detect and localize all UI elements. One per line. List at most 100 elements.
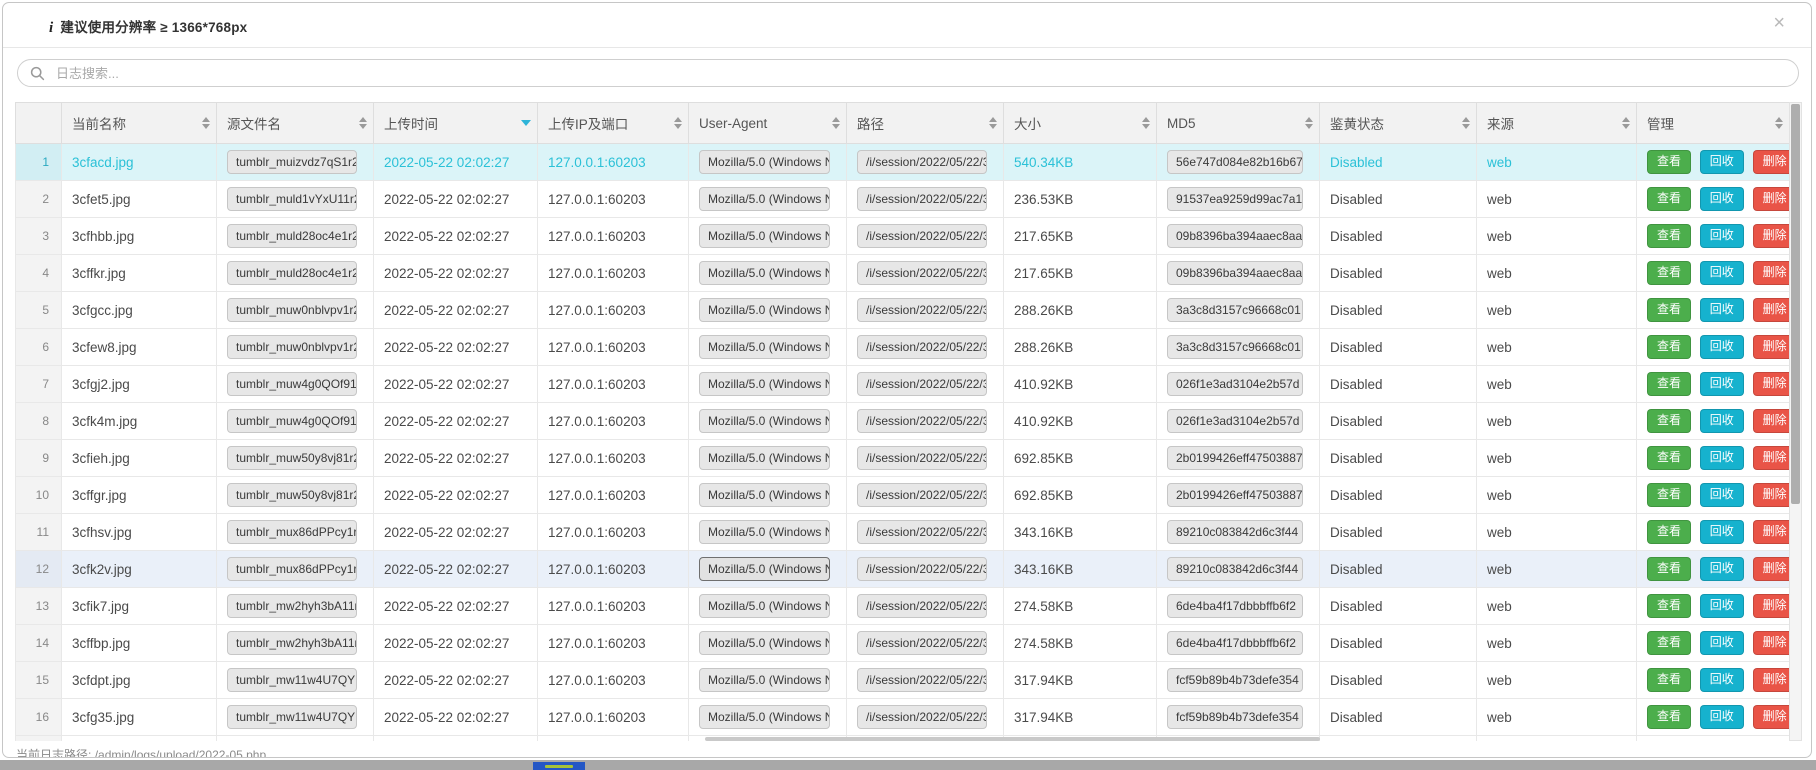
source-filename-input[interactable]: tumblr_muw0nblvpv1r2 bbox=[227, 335, 357, 359]
column-header[interactable]: 管理 bbox=[1637, 103, 1790, 144]
delete-button[interactable]: 删除 bbox=[1753, 187, 1790, 210]
md5-input[interactable]: 2b0199426eff47503887 bbox=[1167, 446, 1303, 470]
md5-input[interactable]: 6de4ba4f17dbbbffb6f2 bbox=[1167, 631, 1303, 655]
column-header[interactable]: User-Agent bbox=[689, 103, 847, 144]
path-input[interactable]: /i/session/2022/05/22/3 bbox=[857, 150, 987, 174]
recycle-button[interactable]: 回收 bbox=[1700, 335, 1744, 358]
recycle-button[interactable]: 回收 bbox=[1700, 150, 1744, 173]
horizontal-scrollbar-thumb[interactable] bbox=[705, 737, 1320, 741]
sort-icon[interactable] bbox=[202, 117, 210, 129]
view-button[interactable]: 查看 bbox=[1647, 335, 1691, 358]
sort-icon[interactable] bbox=[521, 120, 531, 126]
view-button[interactable]: 查看 bbox=[1647, 631, 1691, 654]
column-header[interactable]: 当前名称 bbox=[62, 103, 217, 144]
source-filename-input[interactable]: tumblr_muld28oc4e1r2 bbox=[227, 261, 357, 285]
md5-input[interactable]: 09b8396ba394aaec8aa bbox=[1167, 224, 1303, 248]
table-row[interactable]: 15 3cfdpt.jpg tumblr_mw11w4U7QY1 2022-05… bbox=[16, 662, 1790, 699]
user-agent-input[interactable]: Mozilla/5.0 (Windows N bbox=[699, 594, 830, 618]
view-button[interactable]: 查看 bbox=[1647, 520, 1691, 543]
sort-icon[interactable] bbox=[1622, 117, 1630, 129]
md5-input[interactable]: 56e747d084e82b16b67 bbox=[1167, 150, 1303, 174]
column-header[interactable]: 上传时间 bbox=[374, 103, 538, 144]
user-agent-input[interactable]: Mozilla/5.0 (Windows N bbox=[699, 520, 830, 544]
delete-button[interactable]: 删除 bbox=[1753, 446, 1790, 469]
delete-button[interactable]: 删除 bbox=[1753, 668, 1790, 691]
md5-input[interactable]: 2b0199426eff47503887 bbox=[1167, 483, 1303, 507]
column-header[interactable]: 鉴黄状态 bbox=[1320, 103, 1477, 144]
sort-icon[interactable] bbox=[674, 117, 682, 129]
table-row[interactable]: 13 3cfik7.jpg tumblr_mw2hyh3bA11r 2022-0… bbox=[16, 588, 1790, 625]
md5-input[interactable]: 3a3c8d3157c96668c01 bbox=[1167, 335, 1303, 359]
recycle-button[interactable]: 回收 bbox=[1700, 594, 1744, 617]
source-filename-input[interactable]: tumblr_muizvdz7qS1r2 bbox=[227, 150, 357, 174]
md5-input[interactable]: 026f1e3ad3104e2b57d bbox=[1167, 409, 1303, 433]
delete-button[interactable]: 删除 bbox=[1753, 557, 1790, 580]
sort-icon[interactable] bbox=[1305, 117, 1313, 129]
path-input[interactable]: /i/session/2022/05/22/3 bbox=[857, 409, 987, 433]
user-agent-input[interactable]: Mozilla/5.0 (Windows N bbox=[699, 187, 830, 211]
view-button[interactable]: 查看 bbox=[1647, 483, 1691, 506]
user-agent-input[interactable]: Mozilla/5.0 (Windows N bbox=[699, 261, 830, 285]
source-filename-input[interactable]: tumblr_muld28oc4e1r2 bbox=[227, 224, 357, 248]
path-input[interactable]: /i/session/2022/05/22/3 bbox=[857, 224, 987, 248]
view-button[interactable]: 查看 bbox=[1647, 224, 1691, 247]
recycle-button[interactable]: 回收 bbox=[1700, 631, 1744, 654]
user-agent-input[interactable]: Mozilla/5.0 (Windows N bbox=[699, 705, 830, 729]
table-row[interactable]: 11 3cfhsv.jpg tumblr_mux86dPPcy1r2 2022-… bbox=[16, 514, 1790, 551]
delete-button[interactable]: 删除 bbox=[1753, 483, 1790, 506]
source-filename-input[interactable]: tumblr_mw2hyh3bA11r bbox=[227, 594, 357, 618]
table-row[interactable]: 10 3cffgr.jpg tumblr_muw50y8vj81r2 2022-… bbox=[16, 477, 1790, 514]
table-row[interactable]: 14 3cffbp.jpg tumblr_mw2hyh3bA11r 2022-0… bbox=[16, 625, 1790, 662]
path-input[interactable]: /i/session/2022/05/22/3 bbox=[857, 631, 987, 655]
source-filename-input[interactable]: tumblr_muw4g0QOf91r bbox=[227, 372, 357, 396]
delete-button[interactable]: 删除 bbox=[1753, 631, 1790, 654]
recycle-button[interactable]: 回收 bbox=[1700, 298, 1744, 321]
path-input[interactable]: /i/session/2022/05/22/3 bbox=[857, 594, 987, 618]
path-input[interactable]: /i/session/2022/05/22/3 bbox=[857, 372, 987, 396]
view-button[interactable]: 查看 bbox=[1647, 446, 1691, 469]
source-filename-input[interactable]: tumblr_mw11w4U7QY1 bbox=[227, 705, 357, 729]
delete-button[interactable]: 删除 bbox=[1753, 520, 1790, 543]
column-header[interactable]: 上传IP及端口 bbox=[538, 103, 689, 144]
recycle-button[interactable]: 回收 bbox=[1700, 483, 1744, 506]
md5-input[interactable]: fcf59b89b4b73defe354 bbox=[1167, 705, 1303, 729]
path-input[interactable]: /i/session/2022/05/22/3 bbox=[857, 298, 987, 322]
sort-icon[interactable] bbox=[1142, 117, 1150, 129]
table-row[interactable]: 3 3cfhbb.jpg tumblr_muld28oc4e1r2 2022-0… bbox=[16, 218, 1790, 255]
md5-input[interactable]: 6de4ba4f17dbbbffb6f2 bbox=[1167, 594, 1303, 618]
user-agent-input[interactable]: Mozilla/5.0 (Windows N bbox=[699, 446, 830, 470]
source-filename-input[interactable]: tumblr_mux86dPPcy1r2 bbox=[227, 520, 357, 544]
recycle-button[interactable]: 回收 bbox=[1700, 668, 1744, 691]
column-header[interactable]: MD5 bbox=[1157, 103, 1320, 144]
delete-button[interactable]: 删除 bbox=[1753, 409, 1790, 432]
recycle-button[interactable]: 回收 bbox=[1700, 261, 1744, 284]
recycle-button[interactable]: 回收 bbox=[1700, 520, 1744, 543]
md5-input[interactable]: 89210c083842d6c3f44 bbox=[1167, 557, 1303, 581]
path-input[interactable]: /i/session/2022/05/22/3 bbox=[857, 187, 987, 211]
delete-button[interactable]: 删除 bbox=[1753, 224, 1790, 247]
md5-input[interactable]: 026f1e3ad3104e2b57d bbox=[1167, 372, 1303, 396]
md5-input[interactable]: 89210c083842d6c3f44 bbox=[1167, 520, 1303, 544]
user-agent-input[interactable]: Mozilla/5.0 (Windows N bbox=[699, 557, 830, 581]
sort-icon[interactable] bbox=[832, 117, 840, 129]
user-agent-input[interactable]: Mozilla/5.0 (Windows N bbox=[699, 372, 830, 396]
user-agent-input[interactable]: Mozilla/5.0 (Windows N bbox=[699, 224, 830, 248]
view-button[interactable]: 查看 bbox=[1647, 187, 1691, 210]
table-row[interactable]: 4 3cffkr.jpg tumblr_muld28oc4e1r2 2022-0… bbox=[16, 255, 1790, 292]
view-button[interactable]: 查看 bbox=[1647, 372, 1691, 395]
source-filename-input[interactable]: tumblr_muw4g0QOf91r bbox=[227, 409, 357, 433]
view-button[interactable]: 查看 bbox=[1647, 261, 1691, 284]
delete-button[interactable]: 删除 bbox=[1753, 298, 1790, 321]
recycle-button[interactable]: 回收 bbox=[1700, 224, 1744, 247]
source-filename-input[interactable]: tumblr_muw0nblvpv1r2 bbox=[227, 298, 357, 322]
path-input[interactable]: /i/session/2022/05/22/3 bbox=[857, 705, 987, 729]
path-input[interactable]: /i/session/2022/05/22/3 bbox=[857, 520, 987, 544]
path-input[interactable]: /i/session/2022/05/22/3 bbox=[857, 557, 987, 581]
source-filename-input[interactable]: tumblr_mw11w4U7QY1 bbox=[227, 668, 357, 692]
user-agent-input[interactable]: Mozilla/5.0 (Windows N bbox=[699, 668, 830, 692]
vertical-scrollbar[interactable] bbox=[1789, 102, 1802, 741]
view-button[interactable]: 查看 bbox=[1647, 594, 1691, 617]
source-filename-input[interactable]: tumblr_muw50y8vj81r2 bbox=[227, 483, 357, 507]
vertical-scrollbar-thumb[interactable] bbox=[1791, 104, 1800, 504]
md5-input[interactable]: fcf59b89b4b73defe354 bbox=[1167, 668, 1303, 692]
